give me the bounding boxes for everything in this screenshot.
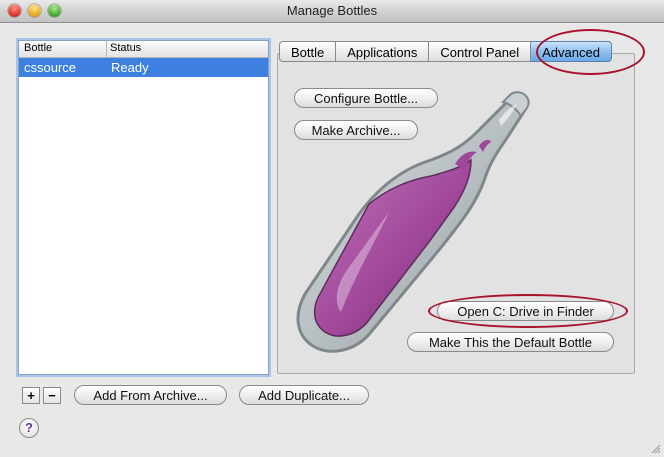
remove-bottle-button[interactable]: − [43, 387, 61, 404]
table-header: Bottle Status [19, 41, 268, 58]
column-header-bottle[interactable]: Bottle [24, 42, 52, 54]
row-bottle-name: cssource [24, 60, 77, 75]
title-bar[interactable]: Manage Bottles [0, 0, 664, 23]
window-title: Manage Bottles [286, 3, 378, 18]
configure-bottle-button[interactable]: Configure Bottle... [294, 88, 438, 108]
table-row[interactable]: cssource Ready [19, 58, 268, 77]
row-status: Ready [111, 60, 149, 75]
make-archive-button[interactable]: Make Archive... [294, 120, 418, 140]
column-divider [106, 41, 107, 57]
add-duplicate-button[interactable]: Add Duplicate... [239, 385, 369, 405]
tab-bottle[interactable]: Bottle [279, 41, 337, 62]
column-header-status[interactable]: Status [110, 42, 141, 54]
help-icon[interactable]: ? [19, 418, 39, 438]
bottles-table[interactable]: Bottle Status cssource Ready [18, 40, 269, 375]
manage-bottles-window: Manage Bottles Bottle Status cssource Re… [0, 0, 664, 457]
make-default-bottle-button[interactable]: Make This the Default Bottle [407, 332, 614, 352]
resize-grip-icon[interactable] [649, 442, 661, 454]
annotation-ellipse-open-c-drive [428, 294, 628, 328]
tab-control-panel[interactable]: Control Panel [429, 41, 532, 62]
tab-applications[interactable]: Applications [336, 41, 430, 62]
annotation-ellipse-advanced [536, 29, 645, 75]
add-bottle-button[interactable]: + [22, 387, 40, 404]
add-from-archive-button[interactable]: Add From Archive... [74, 385, 227, 405]
